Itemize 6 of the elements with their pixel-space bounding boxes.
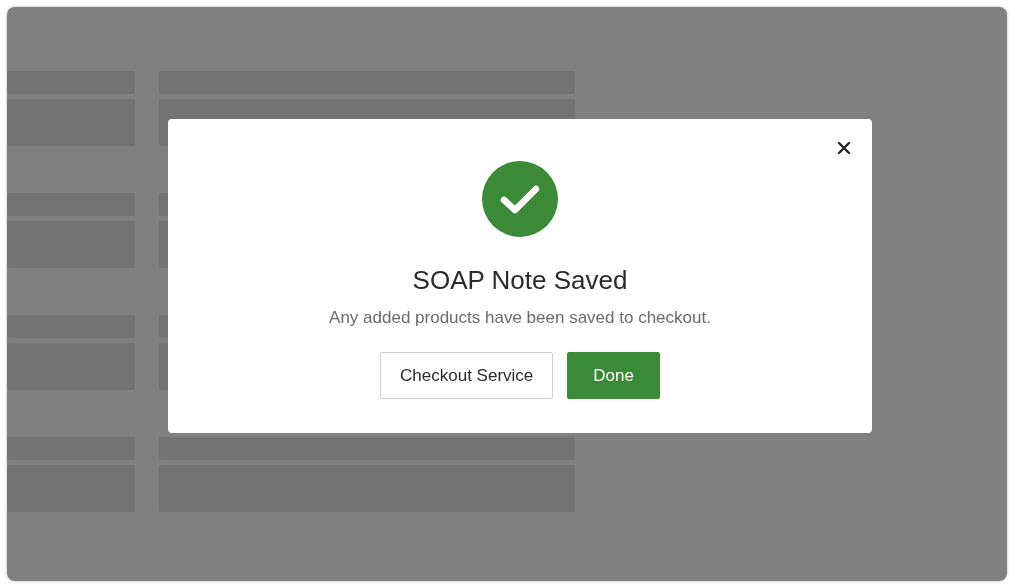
dialog-message: Any added products have been saved to checkout. [329, 308, 711, 328]
check-circle-icon [482, 161, 558, 237]
done-button[interactable]: Done [567, 352, 660, 399]
dialog-title: SOAP Note Saved [412, 265, 628, 296]
close-icon[interactable] [837, 141, 851, 155]
checkout-button[interactable]: Checkout Service [380, 352, 554, 399]
